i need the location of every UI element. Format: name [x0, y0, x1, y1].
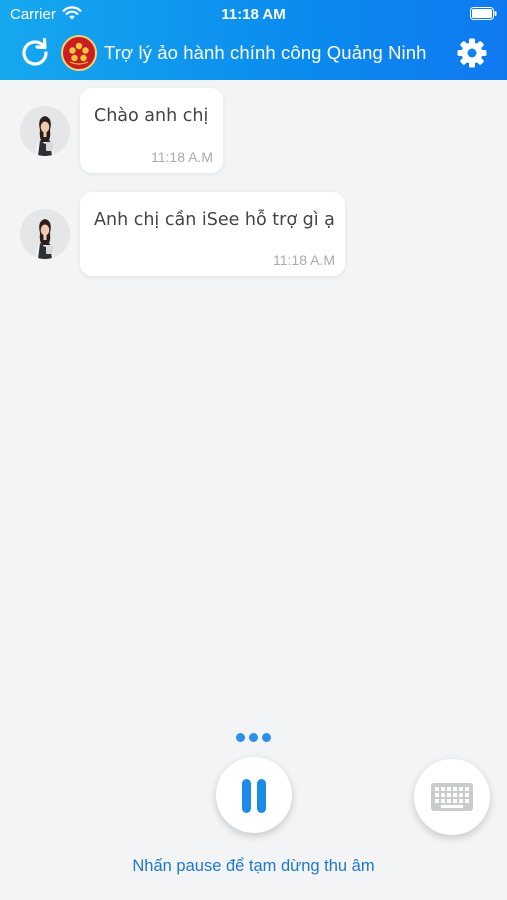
chat-message: Anh chị cần iSee hỗ trợ gì ạ 11:18 A.M — [0, 192, 507, 278]
typing-dot — [236, 733, 245, 742]
assistant-portrait — [36, 116, 54, 156]
refresh-icon[interactable] — [18, 36, 52, 70]
title-bar: Trợ lý ảo hành chính công Quảng Ninh — [0, 28, 507, 80]
status-bar: Carrier 11:18 AM — [0, 0, 507, 28]
gear-icon[interactable] — [456, 37, 488, 69]
pause-button[interactable] — [216, 757, 292, 833]
app-header: Carrier 11:18 AM Trợ lý ảo hành chính cô… — [0, 0, 507, 80]
typing-indicator — [236, 733, 276, 743]
keyboard-button[interactable] — [414, 759, 490, 835]
typing-dot — [262, 733, 271, 742]
emblem-logo — [61, 35, 97, 71]
recording-hint: Nhấn pause để tạm dừng thu âm — [132, 857, 375, 875]
message-text: Anh chị cần iSee hỗ trợ gì ạ — [94, 210, 335, 230]
message-bubble: Anh chị cần iSee hỗ trợ gì ạ 11:18 A.M — [80, 192, 345, 276]
message-bubble: Chào anh chị 11:18 A.M — [80, 88, 223, 173]
chat-message: Chào anh chị 11:18 A.M — [0, 88, 507, 174]
battery-icon — [470, 7, 497, 20]
keyboard-icon — [431, 783, 473, 811]
assistant-portrait — [36, 219, 54, 259]
typing-dot — [249, 733, 258, 742]
message-text: Chào anh chị — [94, 106, 209, 126]
clock: 11:18 AM — [221, 6, 286, 23]
page-title: Trợ lý ảo hành chính công Quảng Ninh — [104, 42, 427, 63]
assistant-avatar — [20, 209, 70, 259]
message-time: 11:18 A.M — [272, 252, 335, 268]
message-time: 11:18 A.M — [150, 149, 213, 165]
assistant-avatar — [20, 106, 70, 156]
emblem-graphic — [64, 38, 94, 68]
